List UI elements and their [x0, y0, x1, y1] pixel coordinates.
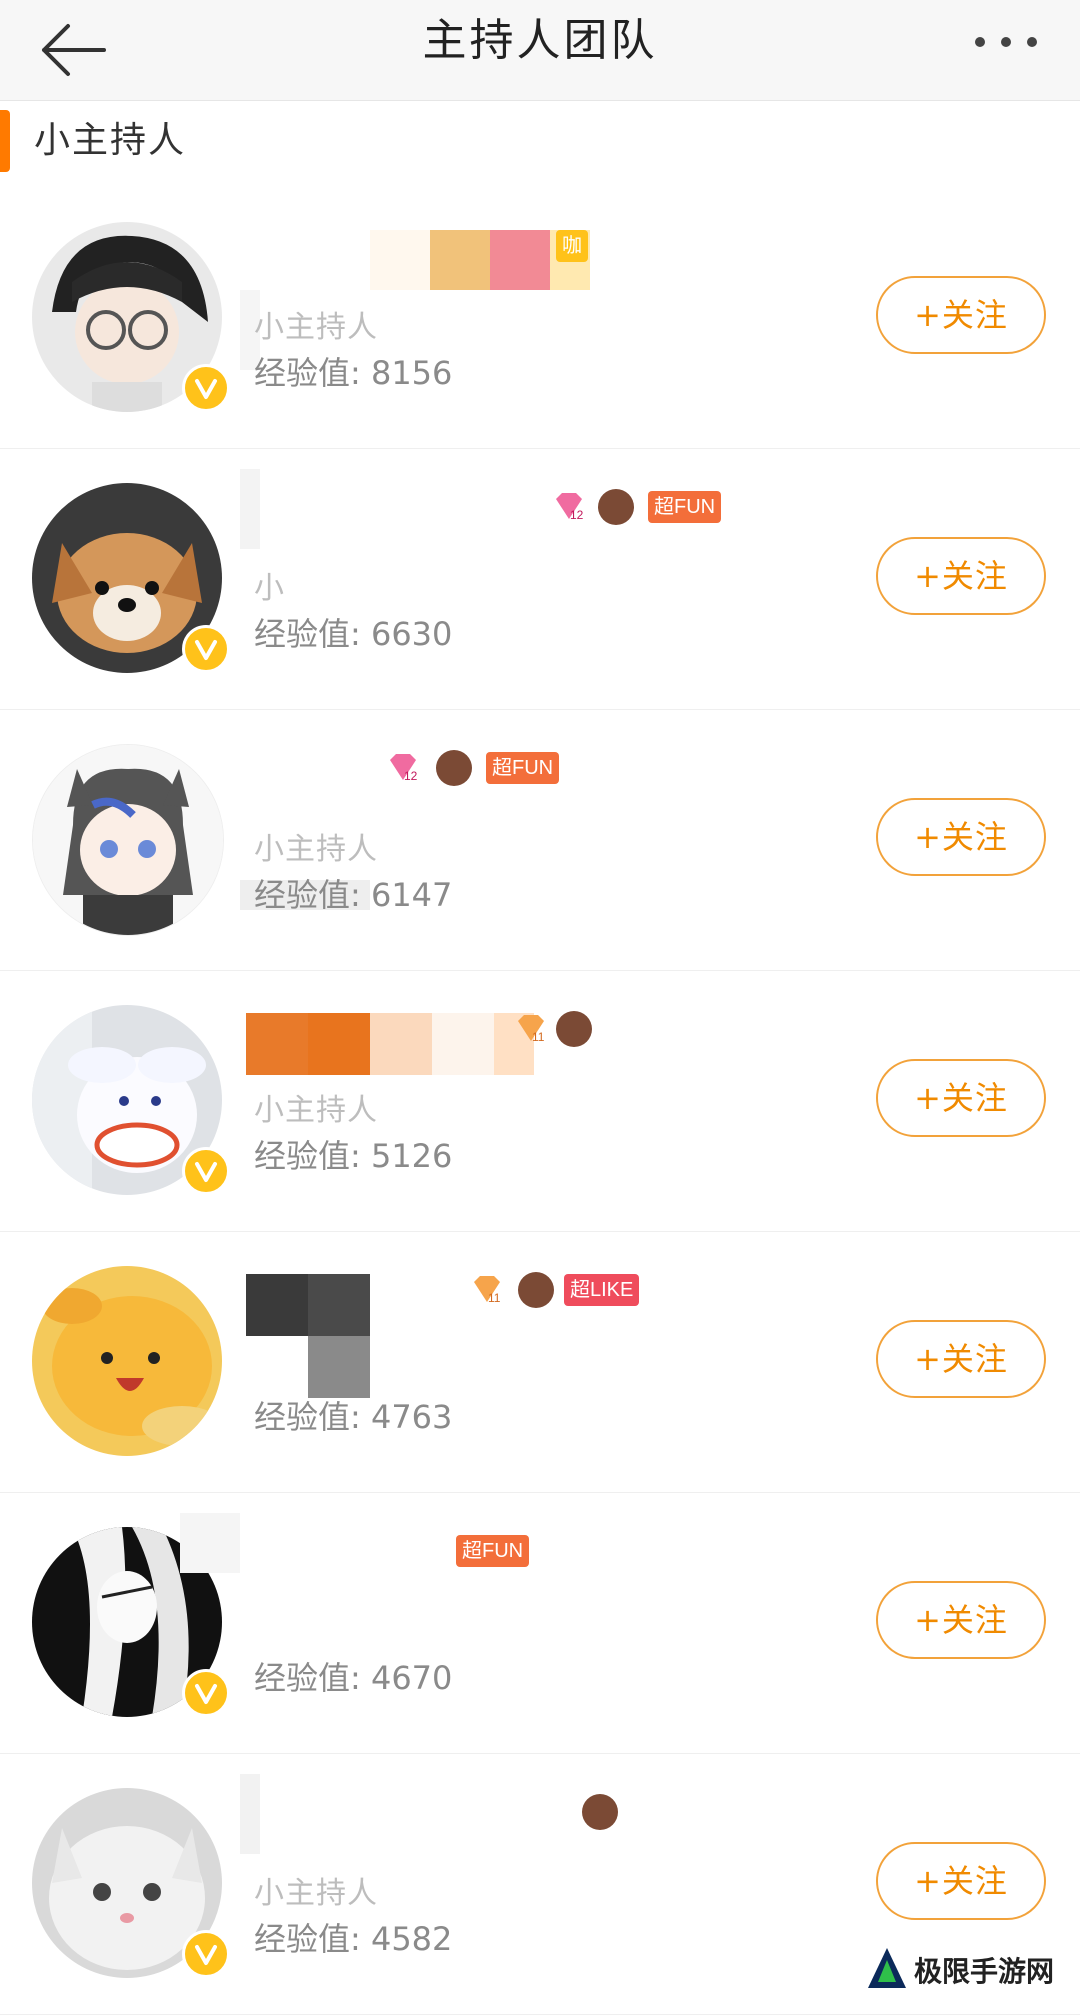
follow-button[interactable]: +关注: [876, 798, 1046, 876]
follow-button[interactable]: +关注: [876, 1059, 1046, 1137]
verified-v-icon: [195, 1684, 217, 1704]
member-exp: 经验值: 4763: [254, 1398, 453, 1436]
member-role: 小主持人: [254, 310, 378, 345]
member-list: 咖 小主持人 经验值: 8156 +关注 12 超FUN 小 经验值: 6630…: [0, 188, 1080, 2015]
member-exp: 经验值: 8156: [254, 354, 453, 392]
member-exp: 经验值: 5126: [254, 1137, 453, 1175]
list-item[interactable]: 11 小主持人 经验值: 5126 +关注: [0, 971, 1080, 1232]
lion-icon: [436, 750, 472, 786]
list-item[interactable]: 12 超FUN 小主持人 经验值: 6147 +关注: [0, 710, 1080, 971]
avatar-image: [33, 745, 223, 935]
gem-level-icon: 12: [556, 493, 584, 522]
member-exp: 经验值: 4582: [254, 1920, 453, 1958]
section-accent-bar: [0, 110, 10, 172]
follow-button[interactable]: +关注: [876, 1581, 1046, 1659]
svg-text:11: 11: [488, 1291, 501, 1305]
watermark-logo: [868, 1948, 906, 1988]
follow-button[interactable]: +关注: [876, 1320, 1046, 1398]
gem-level-icon: 12: [390, 754, 418, 783]
badge-ka: 咖: [556, 230, 588, 262]
avatar-image: [32, 1266, 222, 1456]
more-dots-icon: [975, 37, 1037, 47]
section-header: 小主持人: [0, 102, 1080, 189]
member-exp: 经验值: 6630: [254, 615, 453, 653]
lion-icon: [582, 1794, 618, 1830]
watermark: 极限手游网: [866, 1936, 1066, 1996]
member-role: 小主持人: [254, 1876, 378, 1911]
verified-badge: [182, 364, 230, 412]
verified-badge: [182, 625, 230, 673]
lion-icon: [598, 489, 634, 525]
lion-icon: [556, 1011, 592, 1047]
verified-badge: [182, 1147, 230, 1195]
gem-level-icon: 11: [474, 1276, 501, 1305]
badge-super-fun: 超FUN: [648, 491, 722, 523]
follow-button[interactable]: +关注: [876, 537, 1046, 615]
verified-v-icon: [195, 379, 217, 399]
verified-v-icon: [195, 640, 217, 660]
avatar[interactable]: [32, 1266, 222, 1456]
avatar[interactable]: [32, 744, 224, 936]
list-item[interactable]: 咖 小主持人 经验值: 8156 +关注: [0, 188, 1080, 449]
section-title: 小主持人: [34, 120, 187, 161]
svg-text:12: 12: [570, 508, 584, 522]
member-role: 小主持人: [254, 832, 378, 867]
list-item[interactable]: 12 超FUN 小 经验值: 6630 +关注: [0, 449, 1080, 710]
top-bar: 主持人团队: [0, 0, 1080, 101]
watermark-text: 极限手游网: [914, 1955, 1055, 1988]
list-item[interactable]: 超FUN 经验值: 4670 +关注: [0, 1493, 1080, 1754]
member-exp: 经验值: 6147: [254, 876, 453, 914]
follow-button[interactable]: +关注: [876, 1842, 1046, 1920]
badge-super-like: 超LIKE: [564, 1274, 640, 1306]
list-item[interactable]: 11 超LIKE 经验值: 4763 +关注: [0, 1232, 1080, 1493]
verified-badge: [182, 1669, 230, 1717]
follow-button[interactable]: +关注: [876, 276, 1046, 354]
verified-badge: [182, 1930, 230, 1978]
page-title: 主持人团队: [422, 15, 658, 66]
svg-text:11: 11: [532, 1030, 545, 1044]
badge-super-fun: 超FUN: [486, 752, 560, 784]
member-exp: 经验值: 4670: [254, 1659, 453, 1697]
svg-text:12: 12: [404, 769, 418, 783]
more-button[interactable]: [966, 22, 1046, 62]
member-role: 小: [254, 571, 285, 606]
verified-v-icon: [195, 1162, 217, 1182]
verified-v-icon: [195, 1945, 217, 1965]
lion-icon: [518, 1272, 554, 1308]
member-role: 小主持人: [254, 1093, 378, 1128]
gem-level-icon: 11: [518, 1015, 545, 1044]
badge-super-fun: 超FUN: [456, 1535, 530, 1567]
